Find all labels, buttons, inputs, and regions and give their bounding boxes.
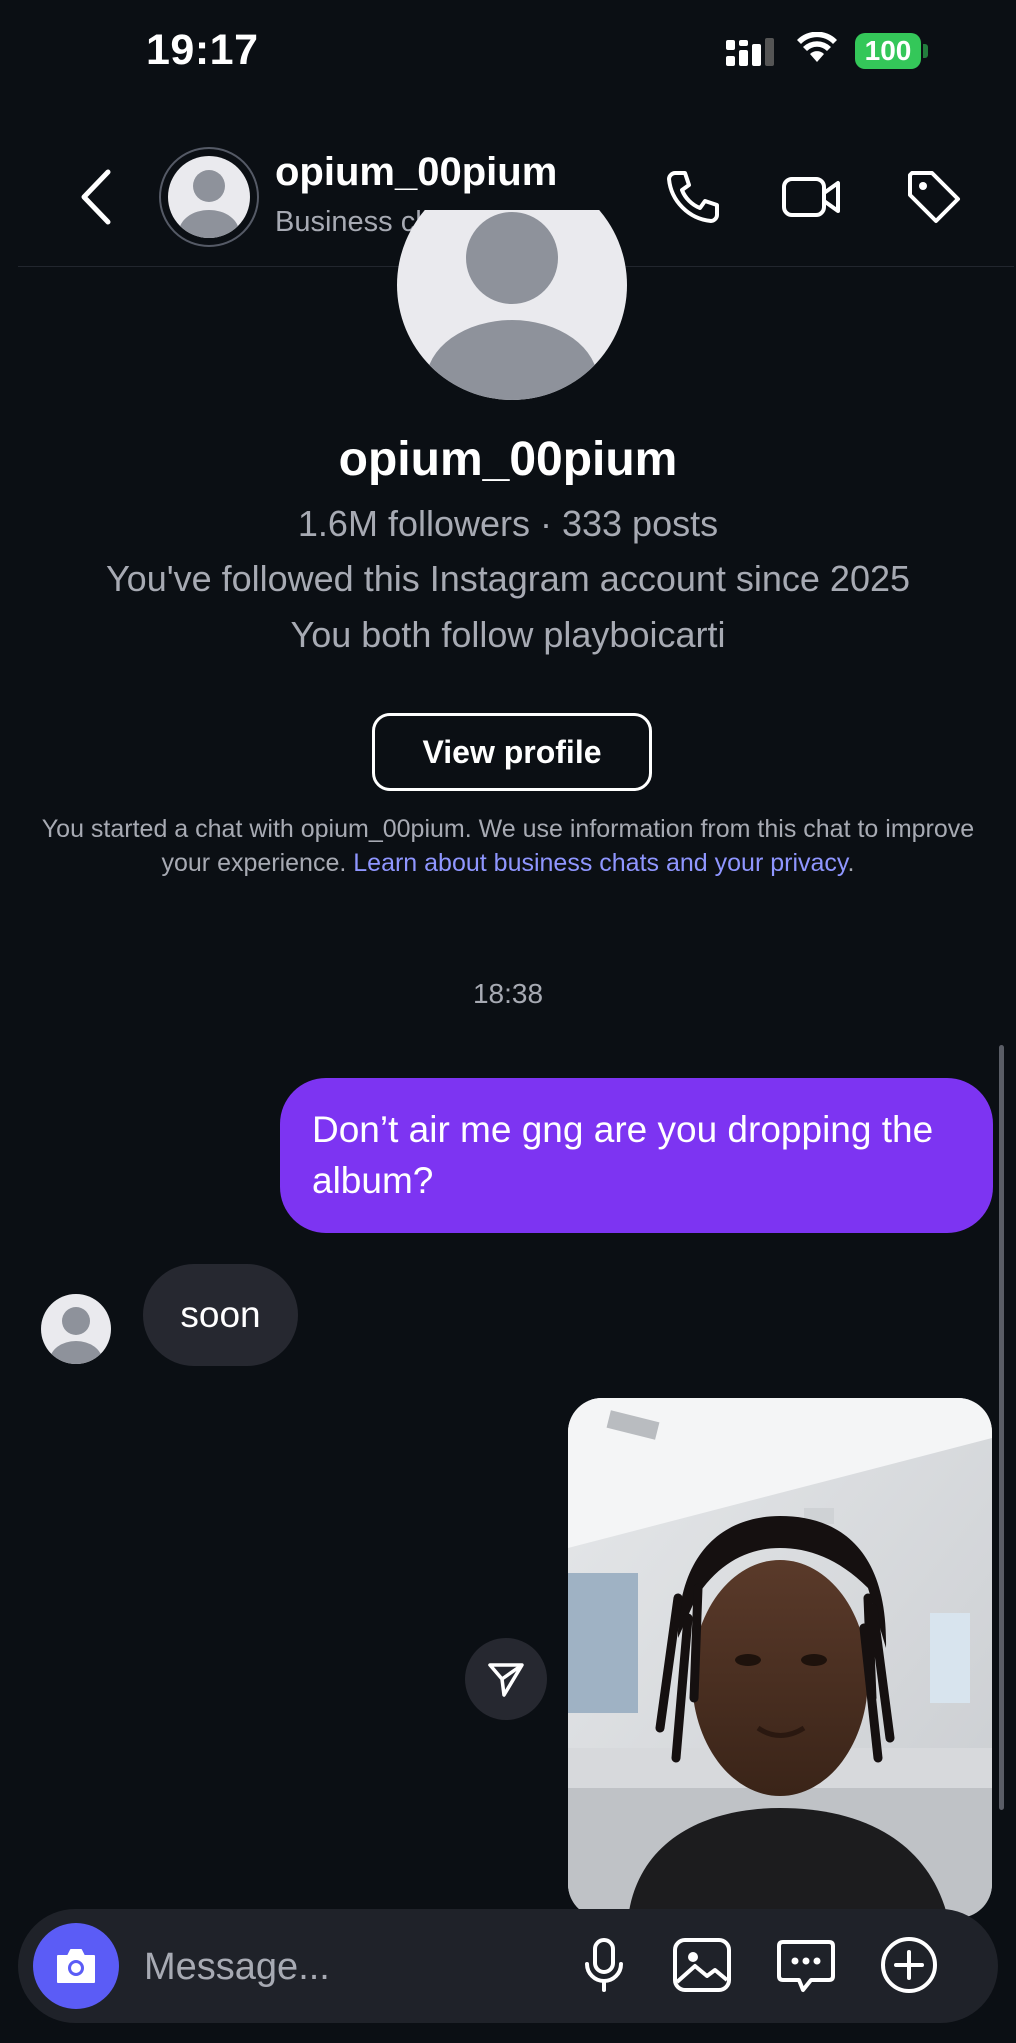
default-avatar-icon	[50, 1307, 102, 1364]
send-arrow-icon	[488, 1663, 524, 1697]
video-camera-icon[interactable]	[780, 165, 844, 229]
signal-icon	[726, 38, 774, 66]
camera-icon	[57, 1949, 95, 1983]
wifi-icon	[797, 32, 837, 62]
profile-name: opium_00pium	[338, 433, 678, 486]
view-profile-button[interactable]: View profile	[372, 713, 652, 791]
header-avatar[interactable]	[159, 147, 259, 247]
share-button[interactable]	[465, 1638, 547, 1720]
profile-stats: 1.6M followers · 333 posts	[297, 503, 719, 544]
add-circle-icon[interactable]	[876, 1932, 942, 1998]
battery-nub	[923, 44, 928, 58]
gallery-icon[interactable]	[669, 1932, 735, 1998]
selfie-photo	[568, 1398, 992, 1918]
phone-icon[interactable]	[661, 165, 725, 229]
default-avatar-icon	[168, 156, 250, 238]
tag-icon[interactable]	[902, 165, 966, 229]
followed-since: You've followed this Instagram account s…	[105, 558, 911, 599]
battery-icon: 100	[855, 33, 921, 69]
sender-avatar[interactable]	[41, 1294, 111, 1364]
message-input[interactable]	[142, 1938, 566, 1996]
back-chevron-icon[interactable]	[70, 164, 126, 230]
profile-avatar[interactable]	[397, 210, 627, 400]
status-time: 19:17	[146, 26, 259, 74]
disclaimer-end: .	[847, 849, 855, 877]
sticker-chat-icon[interactable]	[773, 1932, 839, 1998]
business-chat-disclaimer: You started a chat with opium_00pium. We…	[40, 812, 976, 880]
incoming-message[interactable]: soon	[143, 1264, 298, 1366]
header-username[interactable]: opium_00pium	[275, 150, 557, 195]
mutual-follow: You both follow playboicarti	[290, 614, 726, 655]
incoming-photo[interactable]	[568, 1398, 992, 1918]
default-avatar-icon	[397, 210, 627, 400]
outgoing-message[interactable]: Don’t air me gng are you dropping the al…	[280, 1078, 993, 1233]
microphone-icon[interactable]	[571, 1932, 637, 1998]
privacy-link[interactable]: Learn about business chats and your priv…	[353, 849, 847, 877]
scrollbar[interactable]	[999, 1045, 1004, 1810]
camera-button[interactable]	[33, 1923, 119, 2009]
chat-timestamp: 18:38	[472, 978, 544, 1009]
